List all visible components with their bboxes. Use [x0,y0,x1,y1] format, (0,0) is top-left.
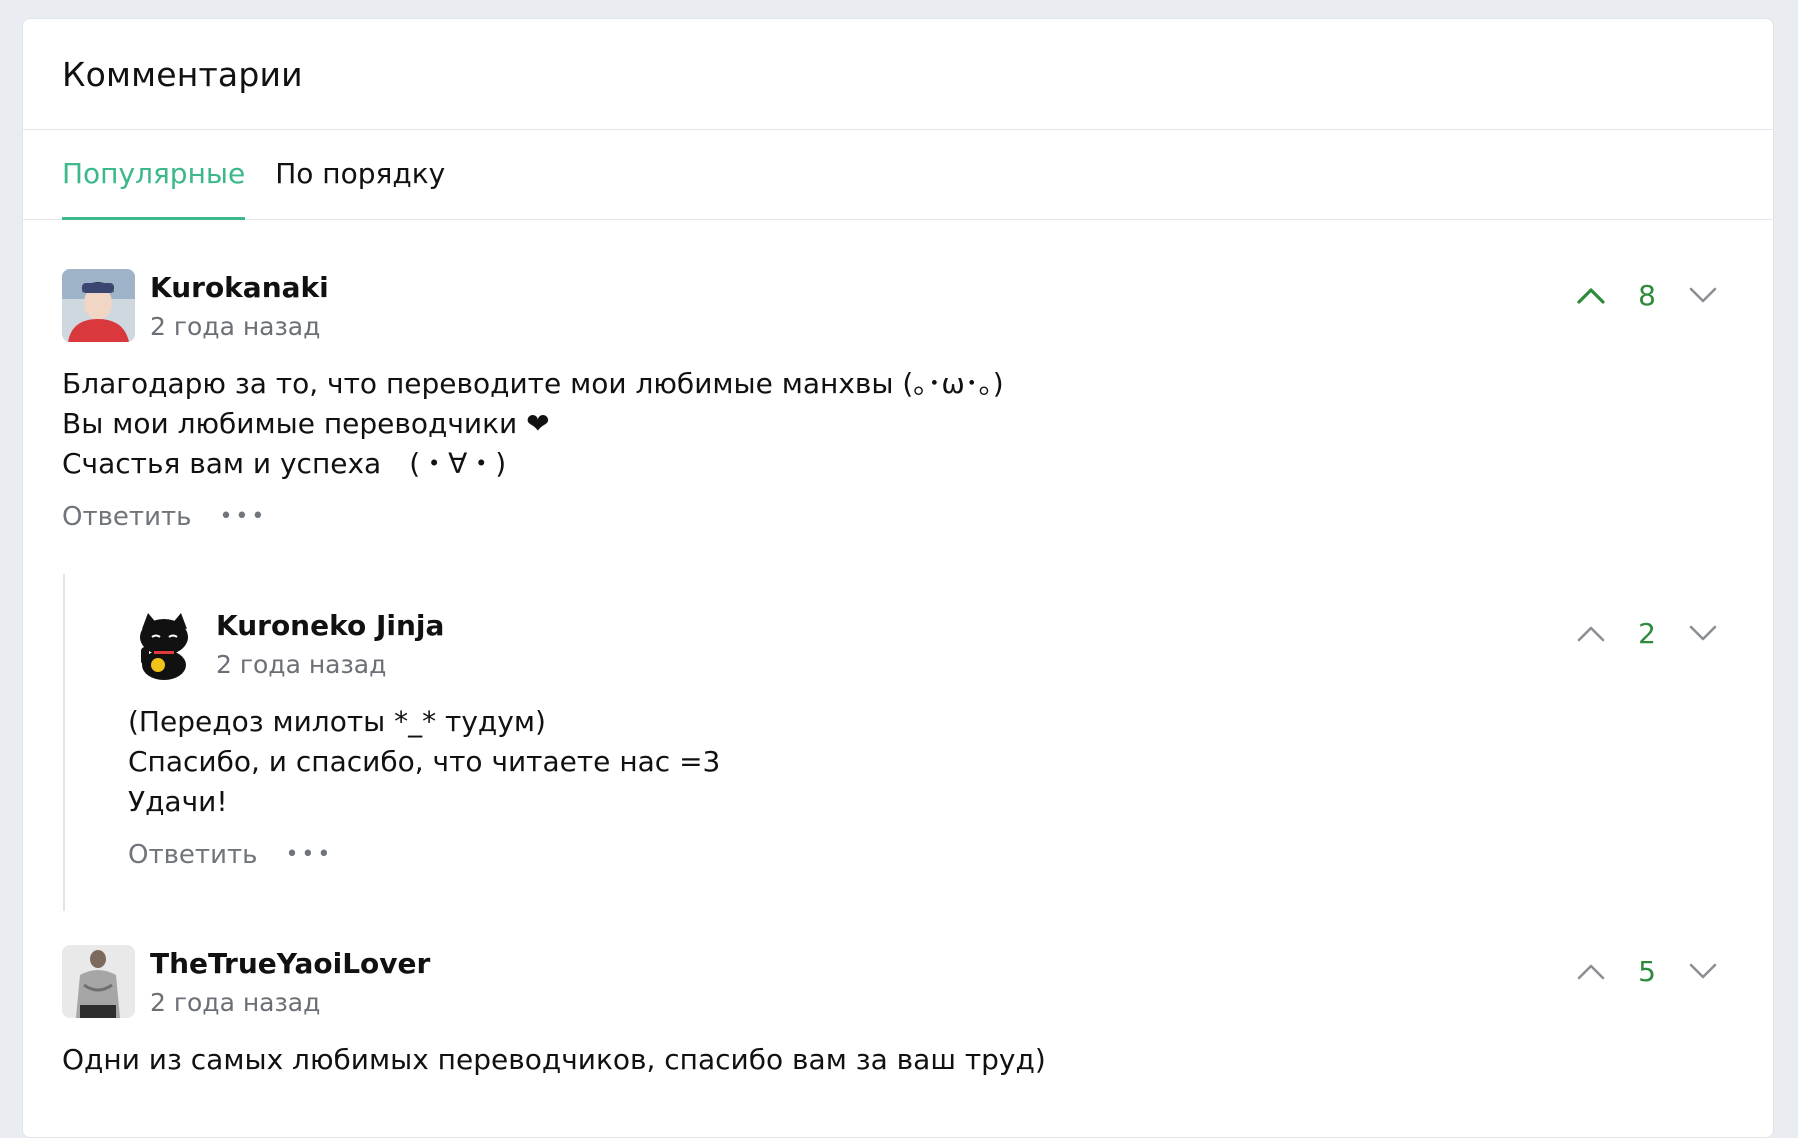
comment-header: Kuroneko Jinja 2 года назад [128,607,1773,680]
comments-header: Комментарии [23,19,1773,130]
comments-card: Комментарии Популярные По порядку Kuroka… [22,18,1774,1138]
more-options-button[interactable]: ••• [219,504,267,530]
comment-line: Одни из самых любимых переводчиков, спас… [62,1043,1046,1076]
comment-time: 2 года назад [216,650,387,679]
more-options-button[interactable]: ••• [285,842,333,868]
comment-header: Kurokanaki 2 года назад [62,269,1773,342]
comment-line: (Передоз милоты *_* тудум) [128,705,546,738]
author-name[interactable]: Kuroneko Jinja [216,609,444,643]
comment-time: 2 года назад [150,988,321,1017]
comment-text: Благодарю за то, что переводите мои люби… [62,364,1773,484]
downvote-button[interactable] [1683,951,1723,991]
chevron-down-icon [1689,625,1717,641]
comment-line: Удачи! [128,785,228,818]
vote-count: 8 [1638,278,1656,312]
chevron-up-icon [1577,964,1605,980]
reply-comment: Kuroneko Jinja 2 года назад 2 (Передоз м… [128,607,1773,870]
vote-controls: 8 [1571,275,1723,315]
comment-line: Благодарю за то, что переводите мои люби… [62,367,1004,400]
vote-controls: 2 [1571,613,1723,653]
comment-time: 2 года назад [150,312,321,341]
chevron-down-icon [1689,287,1717,303]
chevron-down-icon [1689,963,1717,979]
avatar[interactable] [128,607,201,680]
downvote-button[interactable] [1683,613,1723,653]
reply-button[interactable]: Ответить [62,502,191,532]
reply-button[interactable]: Ответить [128,840,257,870]
chevron-up-icon [1577,288,1605,304]
cat-avatar-image [128,607,201,680]
comment-line: Спасибо, и спасибо, что читаете нас =3 [128,745,721,778]
comment: Kurokanaki 2 года назад 8 Благодарю за т… [62,269,1773,532]
author-name[interactable]: Kurokanaki [150,271,329,305]
tab-popular[interactable]: Популярные [62,130,246,220]
comment-actions: Ответить ••• [128,840,1773,870]
avatar[interactable] [62,945,135,1018]
comment-line: Счастья вам и успеха (・∀・) [62,447,507,480]
upvote-button[interactable] [1571,613,1611,653]
avatar-image [62,945,135,1018]
comment-text: Одни из самых любимых переводчиков, спас… [62,1040,1773,1080]
comment-header: TheTrueYaoiLover 2 года назад [62,945,1773,1018]
vote-count: 5 [1638,954,1656,988]
upvote-button[interactable] [1571,951,1611,991]
comments-title: Комментарии [62,54,303,94]
comment: TheTrueYaoiLover 2 года назад 5 Одни из … [62,945,1773,1080]
thread-line [63,574,65,911]
comment-meta: TheTrueYaoiLover 2 года назад [150,947,430,1018]
vote-count: 2 [1638,616,1656,650]
comment-meta: Kurokanaki 2 года назад [150,271,329,342]
comment-text: (Передоз милоты *_* тудум) Спасибо, и сп… [128,702,1773,822]
chevron-up-icon [1577,626,1605,642]
comment-actions: Ответить ••• [62,502,1773,532]
avatar[interactable] [62,269,135,342]
downvote-button[interactable] [1683,275,1723,315]
avatar-image [62,269,135,342]
comment-meta: Kuroneko Jinja 2 года назад [216,609,444,680]
author-name[interactable]: TheTrueYaoiLover [150,947,430,981]
vote-controls: 5 [1571,951,1723,991]
upvote-button[interactable] [1571,275,1611,315]
comment-line: Вы мои любимые переводчики ❤ [62,407,550,440]
sort-tabs: Популярные По порядку [23,130,1773,220]
tab-chronological[interactable]: По порядку [275,130,445,219]
